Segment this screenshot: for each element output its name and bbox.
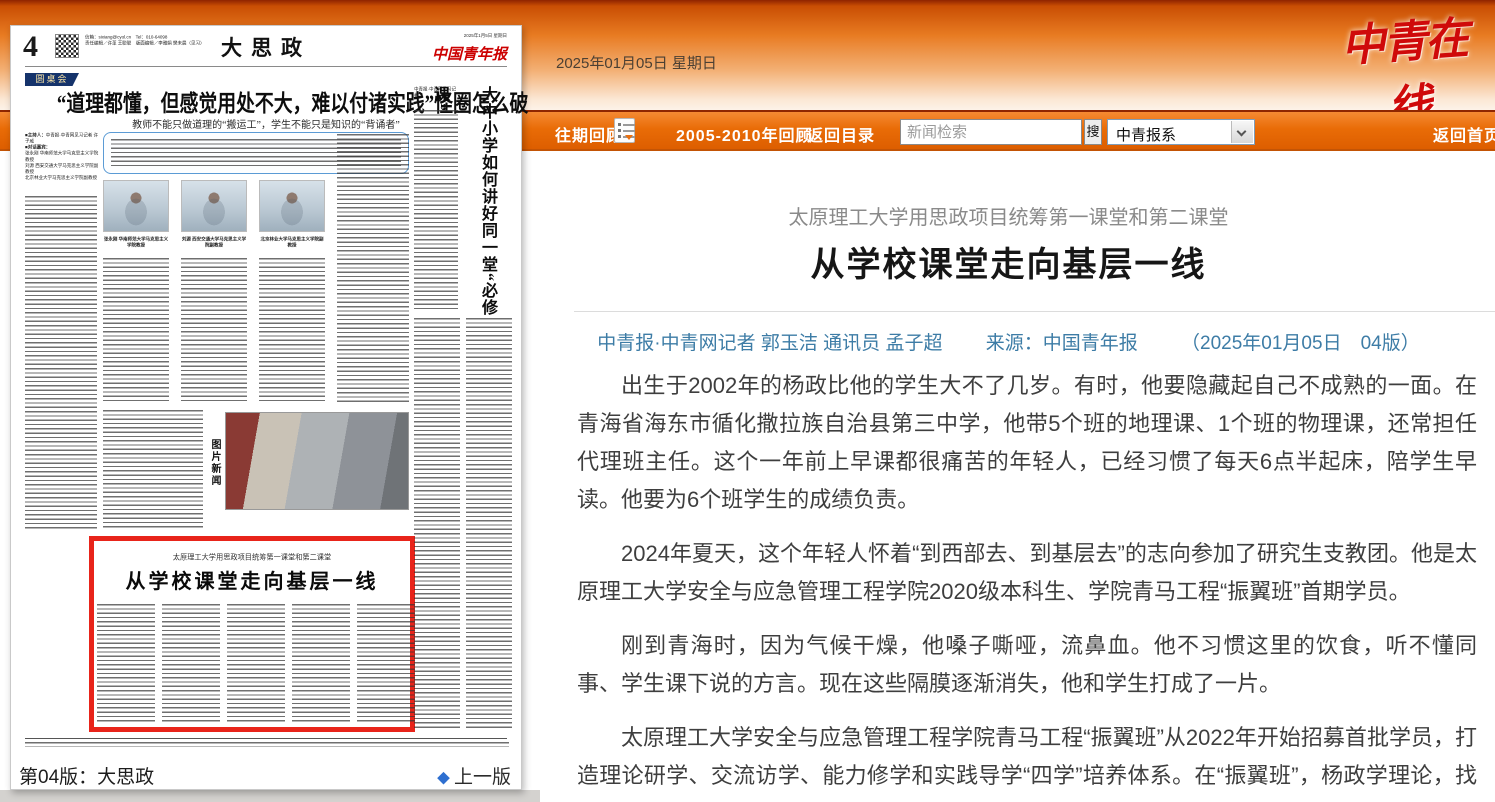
- simulated-newsprint-text: [227, 604, 285, 722]
- guest-photo-caption: 张永刚 华南师范大学马克思主义学院教授: [103, 236, 169, 256]
- article-issue: （2025年01月05日 04版）: [1181, 333, 1420, 354]
- nav-back-home[interactable]: 返回首页: [1433, 122, 1495, 146]
- newspaper-name-logo: 中国青年报: [377, 43, 507, 64]
- nav-archive-2005-2010[interactable]: 2005-2010年回顾: [676, 122, 813, 146]
- title-divider: [574, 311, 1495, 312]
- article-paragraph: 2024年夏天，这个年轻人怀着“到西部去、到基层去”的志向参加了研究生支教团。他…: [577, 535, 1477, 611]
- highlighted-article-kicker: 太原理工大学用思政项目统筹第一课堂和第二课堂: [110, 553, 394, 563]
- simulated-newsprint-text: [25, 196, 97, 531]
- guest-entry: 张永刚 华南师范大学马克思主义学院教授: [25, 151, 98, 162]
- moderator-label: ■主持人：: [25, 133, 46, 138]
- simulated-newsprint-text: [357, 604, 415, 722]
- article-reporter: 中青报·中青网记者 郭玉洁 通讯员 孟子超: [597, 333, 942, 354]
- simulated-newsprint-text: [466, 318, 512, 730]
- masthead-divider: [25, 66, 507, 67]
- guest-photo-caption: 刘源 西安交通大学马克思主义学院副教授: [181, 236, 247, 256]
- simulated-newsprint-text: [292, 604, 350, 722]
- prev-arrow-icon: ◆: [437, 771, 450, 786]
- article-paragraph: 刚到青海时，因为气候干燥，他嗓子嘶哑，流鼻血。他不习惯这里的饮食，听不懂同事、学…: [577, 627, 1477, 703]
- simulated-newsprint-text: [337, 134, 409, 404]
- simulated-newsprint-text: [25, 742, 509, 747]
- article-kicker: 太原理工大学用思政项目统筹第一课堂和第二课堂: [540, 201, 1477, 230]
- vertical-headline: 大中小学如何讲好同一堂“必修课”: [463, 86, 511, 326]
- newspaper-issue-date: 2025年1月5日 星期日: [377, 32, 507, 39]
- simulated-newsprint-text: [414, 110, 458, 310]
- photo-news-label: 图片新闻: [207, 416, 222, 510]
- paper-series-select[interactable]: 中青报系: [1107, 119, 1255, 145]
- article-frame: 太原理工大学用思政项目统筹第一课堂和第二课堂 从学校课堂走向基层一线 中青报·中…: [540, 151, 1495, 802]
- simulated-newsprint-text: [414, 318, 460, 730]
- guest-photo: [259, 180, 325, 232]
- left-frame-bottom-strip: [0, 790, 540, 802]
- newspaper-issue-block: 2025年1月5日 星期日 中国青年报: [377, 32, 507, 64]
- previous-page-label: 上一版: [454, 767, 511, 788]
- guest-photo: [103, 180, 169, 232]
- simulated-newsprint-text: [181, 258, 247, 404]
- nav-back-to-contents[interactable]: 返回目录: [807, 122, 875, 146]
- simulated-newsprint-text: [103, 410, 203, 528]
- article-paragraph: 太原理工大学安全与应急管理工程学院青马工程“振翼班”从2022年开始招募首批学员…: [577, 719, 1477, 802]
- guest-photo-caption: 北京林业大学马克思主义学院副教授: [259, 236, 325, 256]
- article-byline: 中青报·中青网记者 郭玉洁 通讯员 孟子超 来源：中国青年报 （2025年01月…: [540, 328, 1477, 355]
- search-input[interactable]: [900, 119, 1082, 145]
- guests-label: ■对话嘉宾：: [25, 145, 50, 150]
- newspaper-page-viewer: 4 信箱：sixiang@cyol.cn Tel：010-64098 责任编辑／…: [10, 25, 522, 790]
- newspaper-main-headline: “道理都懂，但感觉用处不大，难以付诸实践”怪圈怎么破: [57, 84, 475, 118]
- chevron-down-icon[interactable]: [1231, 121, 1253, 143]
- simulated-newsprint-text: [97, 604, 155, 722]
- guest-photo: [181, 180, 247, 232]
- search-button[interactable]: 搜: [1084, 119, 1102, 145]
- page-footer-label: 第04版：大思政: [19, 762, 154, 789]
- guest-entry: 刘源 西安交通大学马克思主义学院副教授: [25, 163, 98, 174]
- highlighted-article-headline: 从学校课堂走向基层一线: [94, 565, 410, 594]
- current-date: 2025年01月05日 星期日: [556, 52, 717, 73]
- issue-list-icon[interactable]: [614, 118, 635, 143]
- previous-page-link[interactable]: ◆ 上一版: [437, 762, 511, 789]
- paper-series-selected-value: 中青报系: [1116, 124, 1176, 145]
- simulated-newsprint-text: [111, 139, 401, 168]
- simulated-newsprint-text: [162, 604, 220, 722]
- simulated-newsprint-text: [259, 258, 325, 404]
- article-paragraph: 出生于2002年的杨政比他的学生大不了几岁。有时，他要隐藏起自己不成熟的一面。在…: [577, 367, 1477, 519]
- article-source: 来源：中国青年报: [986, 333, 1138, 354]
- photo-news-image: [225, 412, 409, 510]
- article-title: 从学校课堂走向基层一线: [540, 237, 1477, 286]
- simulated-newsprint-text: [103, 258, 169, 404]
- nav-back-issues[interactable]: 往期回顾: [555, 122, 623, 146]
- newspaper-bottom-rule: [25, 738, 507, 739]
- article-body: 出生于2002年的杨政比他的学生大不了几岁。有时，他要隐藏起自己不成熟的一面。在…: [577, 367, 1477, 802]
- guest-entry: 北京林业大学马克思主义学院副教授: [25, 175, 97, 180]
